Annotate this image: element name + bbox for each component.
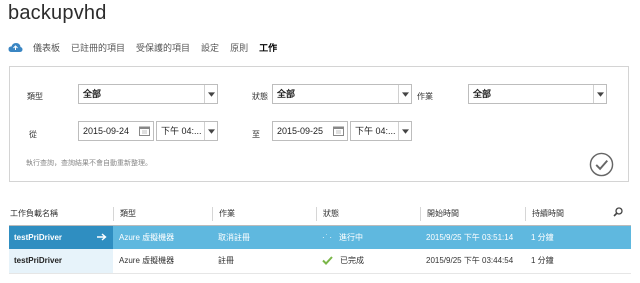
chevron-down-icon[interactable] bbox=[204, 85, 217, 103]
to-time-select[interactable]: 下午 04:... bbox=[350, 121, 412, 141]
column-header-status[interactable]: 狀態 bbox=[316, 203, 420, 226]
status-select[interactable]: 全部 bbox=[272, 84, 412, 104]
type-cell: Azure 虛擬機器 bbox=[113, 225, 212, 249]
duration-cell: 1 分鐘 bbox=[525, 225, 631, 249]
column-header-duration[interactable]: 持續時間 bbox=[525, 203, 609, 226]
column-header-type[interactable]: 類型 bbox=[113, 203, 212, 226]
type-label: 類型 bbox=[27, 92, 43, 101]
start-time-cell: 2015/9/25 下午 03:51:14 bbox=[420, 225, 525, 249]
status-label: 狀態 bbox=[252, 92, 268, 101]
progress-dots-icon: ·˙· bbox=[322, 232, 333, 242]
arrow-right-icon[interactable] bbox=[97, 233, 107, 241]
operation-select-value: 全部 bbox=[473, 89, 492, 99]
calendar-icon[interactable] bbox=[139, 126, 150, 136]
column-search[interactable] bbox=[609, 203, 631, 226]
nav-item-policies[interactable]: 原則 bbox=[230, 41, 248, 54]
status-select-value: 全部 bbox=[277, 89, 296, 99]
to-time-value: 下午 04:... bbox=[355, 126, 396, 136]
nav-item-dashboard[interactable]: 儀表板 bbox=[33, 41, 60, 54]
chevron-down-icon[interactable] bbox=[204, 122, 217, 140]
workload-name: testPriDriver bbox=[14, 256, 63, 266]
nav-item-registered[interactable]: 已註冊的項目 bbox=[71, 41, 125, 54]
workload-name-cell[interactable]: testPriDriver bbox=[9, 225, 113, 249]
status-cell: ·˙· 進行中 bbox=[316, 225, 420, 249]
type-select-value: 全部 bbox=[83, 89, 102, 99]
duration-cell: 1 分鐘 bbox=[525, 249, 631, 274]
table-header-row: 工作負載名稱 類型 作業 狀態 開始時間 持續時間 bbox=[9, 203, 631, 226]
from-date-value: 2015-09-24 bbox=[83, 126, 130, 136]
calendar-icon[interactable] bbox=[333, 126, 344, 136]
jobs-table: 工作負載名稱 類型 作業 狀態 開始時間 持續時間 testPriDriver … bbox=[9, 203, 631, 274]
status-text: 進行中 bbox=[339, 232, 363, 242]
nav-bar: 儀表板 已註冊的項目 受保護的項目 設定 原則 工作 bbox=[8, 40, 288, 54]
search-icon[interactable] bbox=[613, 207, 623, 217]
operation-cell: 取消註冊 bbox=[212, 225, 316, 249]
to-date-input[interactable]: 2015-09-25 bbox=[272, 121, 348, 141]
to-label: 至 bbox=[252, 130, 260, 139]
operation-select[interactable]: 全部 bbox=[468, 84, 607, 104]
chevron-down-icon[interactable] bbox=[593, 85, 606, 103]
status-cell: 已完成 bbox=[316, 249, 420, 274]
workload-name: testPriDriver bbox=[14, 232, 63, 242]
column-header-start-time[interactable]: 開始時間 bbox=[420, 203, 525, 226]
nav-item-jobs[interactable]: 工作 bbox=[259, 41, 277, 54]
query-hint: 執行查詢，查詢結果不會自動重新整理。 bbox=[26, 160, 152, 167]
operation-label: 作業 bbox=[417, 92, 433, 101]
chevron-down-icon[interactable] bbox=[398, 85, 411, 103]
chevron-down-icon[interactable] bbox=[398, 122, 411, 140]
from-time-value: 下午 04:... bbox=[161, 126, 202, 136]
type-cell: Azure 虛擬機器 bbox=[113, 249, 212, 274]
check-icon bbox=[322, 256, 333, 266]
status-text: 已完成 bbox=[340, 256, 364, 266]
nav-item-settings[interactable]: 設定 bbox=[201, 41, 219, 54]
from-time-select[interactable]: 下午 04:... bbox=[156, 121, 218, 141]
cloud-icon[interactable] bbox=[8, 42, 23, 53]
filter-panel: 類型 全部 狀態 全部 作業 全部 從 2015-09-24 下午 04:...… bbox=[9, 66, 629, 182]
confirm-check-icon[interactable] bbox=[589, 152, 614, 177]
table-row[interactable]: testPriDriver Azure 虛擬機器 取消註冊 ·˙· 進行中 20… bbox=[9, 225, 631, 249]
workload-name-cell[interactable]: testPriDriver bbox=[9, 249, 113, 274]
from-label: 從 bbox=[29, 130, 37, 139]
column-header-workload[interactable]: 工作負載名稱 bbox=[9, 203, 113, 226]
to-date-value: 2015-09-25 bbox=[277, 126, 324, 136]
column-header-operation[interactable]: 作業 bbox=[212, 203, 316, 226]
operation-cell: 註冊 bbox=[212, 249, 316, 274]
type-select[interactable]: 全部 bbox=[78, 84, 218, 104]
start-time-cell: 2015/9/25 下午 03:44:54 bbox=[420, 249, 525, 274]
nav-item-protected[interactable]: 受保護的項目 bbox=[136, 41, 190, 54]
page-title: backupvhd bbox=[8, 2, 107, 24]
from-date-input[interactable]: 2015-09-24 bbox=[78, 121, 154, 141]
table-row[interactable]: testPriDriver Azure 虛擬機器 註冊 已完成 2015/9/2… bbox=[9, 249, 631, 274]
